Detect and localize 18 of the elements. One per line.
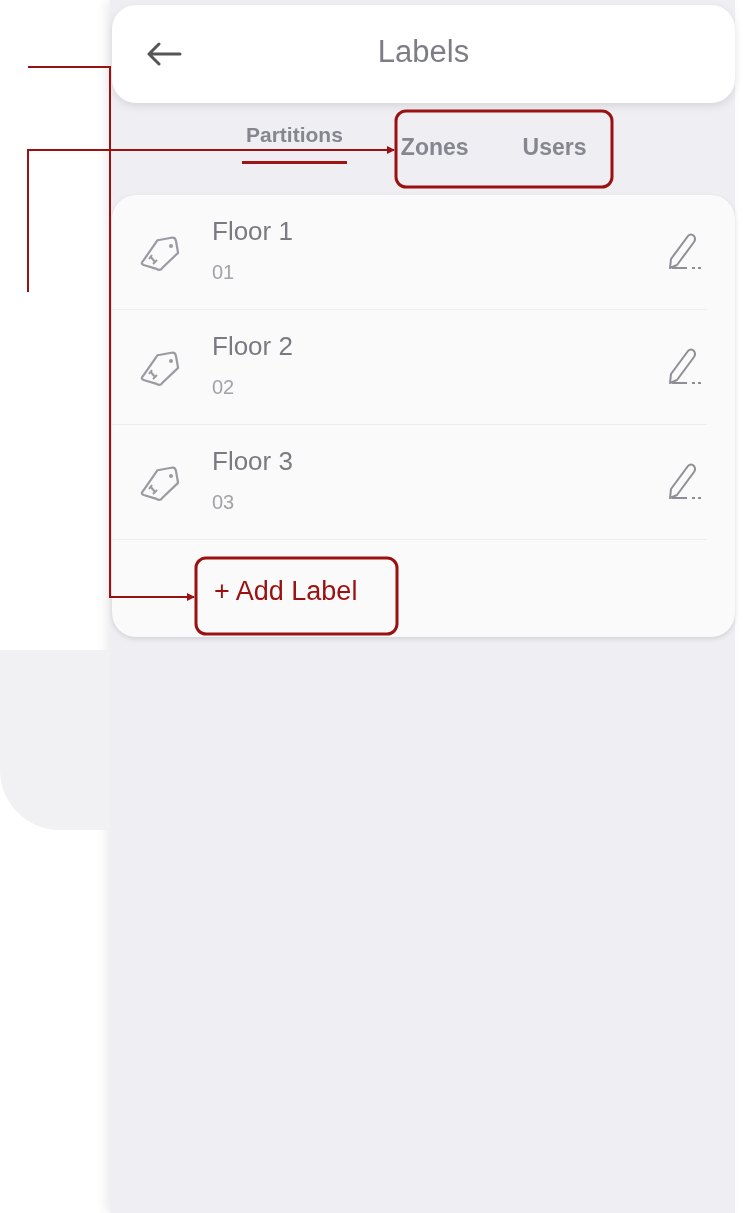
label-row[interactable]: Floor 3 03 bbox=[112, 425, 707, 540]
edit-pencil-icon[interactable] bbox=[667, 347, 703, 387]
label-code: 02 bbox=[212, 376, 236, 399]
tab[interactable]: Partitions bbox=[242, 123, 347, 164]
label-name: Floor 2 bbox=[212, 331, 294, 362]
edit-pencil-icon[interactable] bbox=[667, 462, 703, 502]
label-name: Floor 1 bbox=[212, 216, 294, 247]
back-arrow-icon[interactable] bbox=[146, 42, 182, 66]
edit-pencil-icon[interactable] bbox=[667, 232, 703, 272]
label-row[interactable]: Floor 1 01 bbox=[112, 195, 707, 310]
tab[interactable]: Users bbox=[522, 134, 587, 161]
label-row[interactable]: Floor 2 02 bbox=[112, 310, 707, 425]
label-code: 01 bbox=[212, 261, 236, 284]
tab[interactable]: Zones bbox=[400, 134, 469, 161]
label-code: 03 bbox=[212, 491, 236, 514]
add-label-button[interactable]: + Add Label bbox=[196, 560, 376, 623]
label-name: Floor 3 bbox=[212, 446, 294, 477]
screen-title: Labels bbox=[377, 34, 470, 70]
